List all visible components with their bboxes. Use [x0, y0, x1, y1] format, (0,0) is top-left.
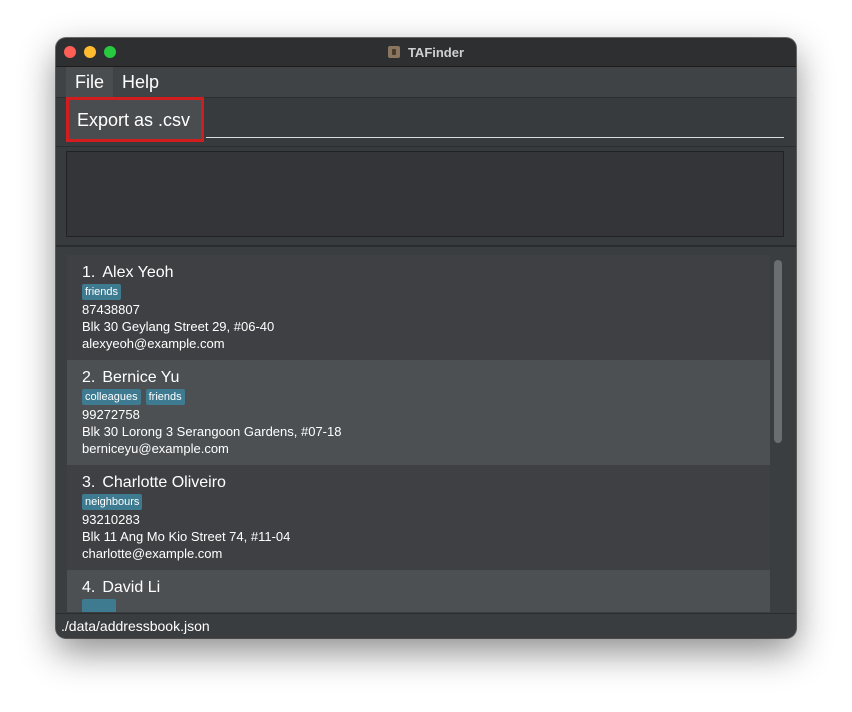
person-email: berniceyu@example.com [82, 441, 229, 456]
menu-bar: File Help [56, 67, 796, 98]
person-card[interactable]: 2. Bernice Yu colleagues friends 99272758… [67, 360, 770, 465]
title-bar[interactable]: TAFinder [56, 38, 796, 67]
person-index: 1. [82, 264, 96, 281]
result-display [66, 151, 784, 237]
result-display-panel [56, 147, 796, 247]
app-icon [387, 46, 400, 58]
person-tag [82, 599, 116, 612]
person-index: 2. [82, 369, 96, 386]
person-tag: neighbours [82, 494, 143, 510]
status-bar: ./data/addressbook.json [56, 613, 796, 638]
person-card[interactable]: 3. Charlotte Oliveiro neighbours 93210283… [67, 465, 770, 570]
person-email: charlotte@example.com [82, 546, 223, 561]
menu-help[interactable]: Help [113, 67, 168, 97]
person-address: Blk 11 Ang Mo Kio Street 74, #11-04 [82, 529, 291, 544]
person-phone: 87438807 [82, 302, 140, 317]
person-name: Alex Yeoh [102, 264, 174, 281]
command-input[interactable] [206, 137, 784, 138]
menu-file[interactable]: File [66, 67, 114, 97]
person-index: 3. [82, 474, 96, 491]
app-window: TAFinder File Help Export as .csv 1. Alex… [56, 38, 796, 638]
person-tag: colleagues [82, 389, 141, 405]
person-address: Blk 30 Lorong 3 Serangoon Gardens, #07-1… [82, 424, 342, 439]
person-phone: 93210283 [82, 512, 140, 527]
person-name: David Li [102, 579, 161, 596]
person-name: Charlotte Oliveiro [102, 474, 226, 491]
person-phone: 99272758 [82, 407, 140, 422]
person-address: Blk 30 Geylang Street 29, #06-40 [82, 319, 275, 334]
export-csv-menu-item[interactable]: Export as .csv [66, 97, 204, 142]
person-email: alexyeoh@example.com [82, 336, 225, 351]
person-list[interactable]: 1. Alex Yeoh friends 87438807 Blk 30 Geyl… [56, 247, 796, 612]
person-tag: friends [82, 284, 122, 300]
list-scrollbar-thumb[interactable] [774, 260, 782, 443]
command-box: Export as .csv [56, 97, 796, 147]
window-title: TAFinder [407, 44, 465, 60]
person-card[interactable]: 1. Alex Yeoh friends 87438807 Blk 30 Geyl… [67, 255, 770, 360]
person-index: 4. [82, 579, 96, 596]
person-tag: friends [145, 389, 185, 405]
person-name: Bernice Yu [102, 369, 180, 386]
person-card[interactable]: 4. David Li [67, 570, 770, 612]
